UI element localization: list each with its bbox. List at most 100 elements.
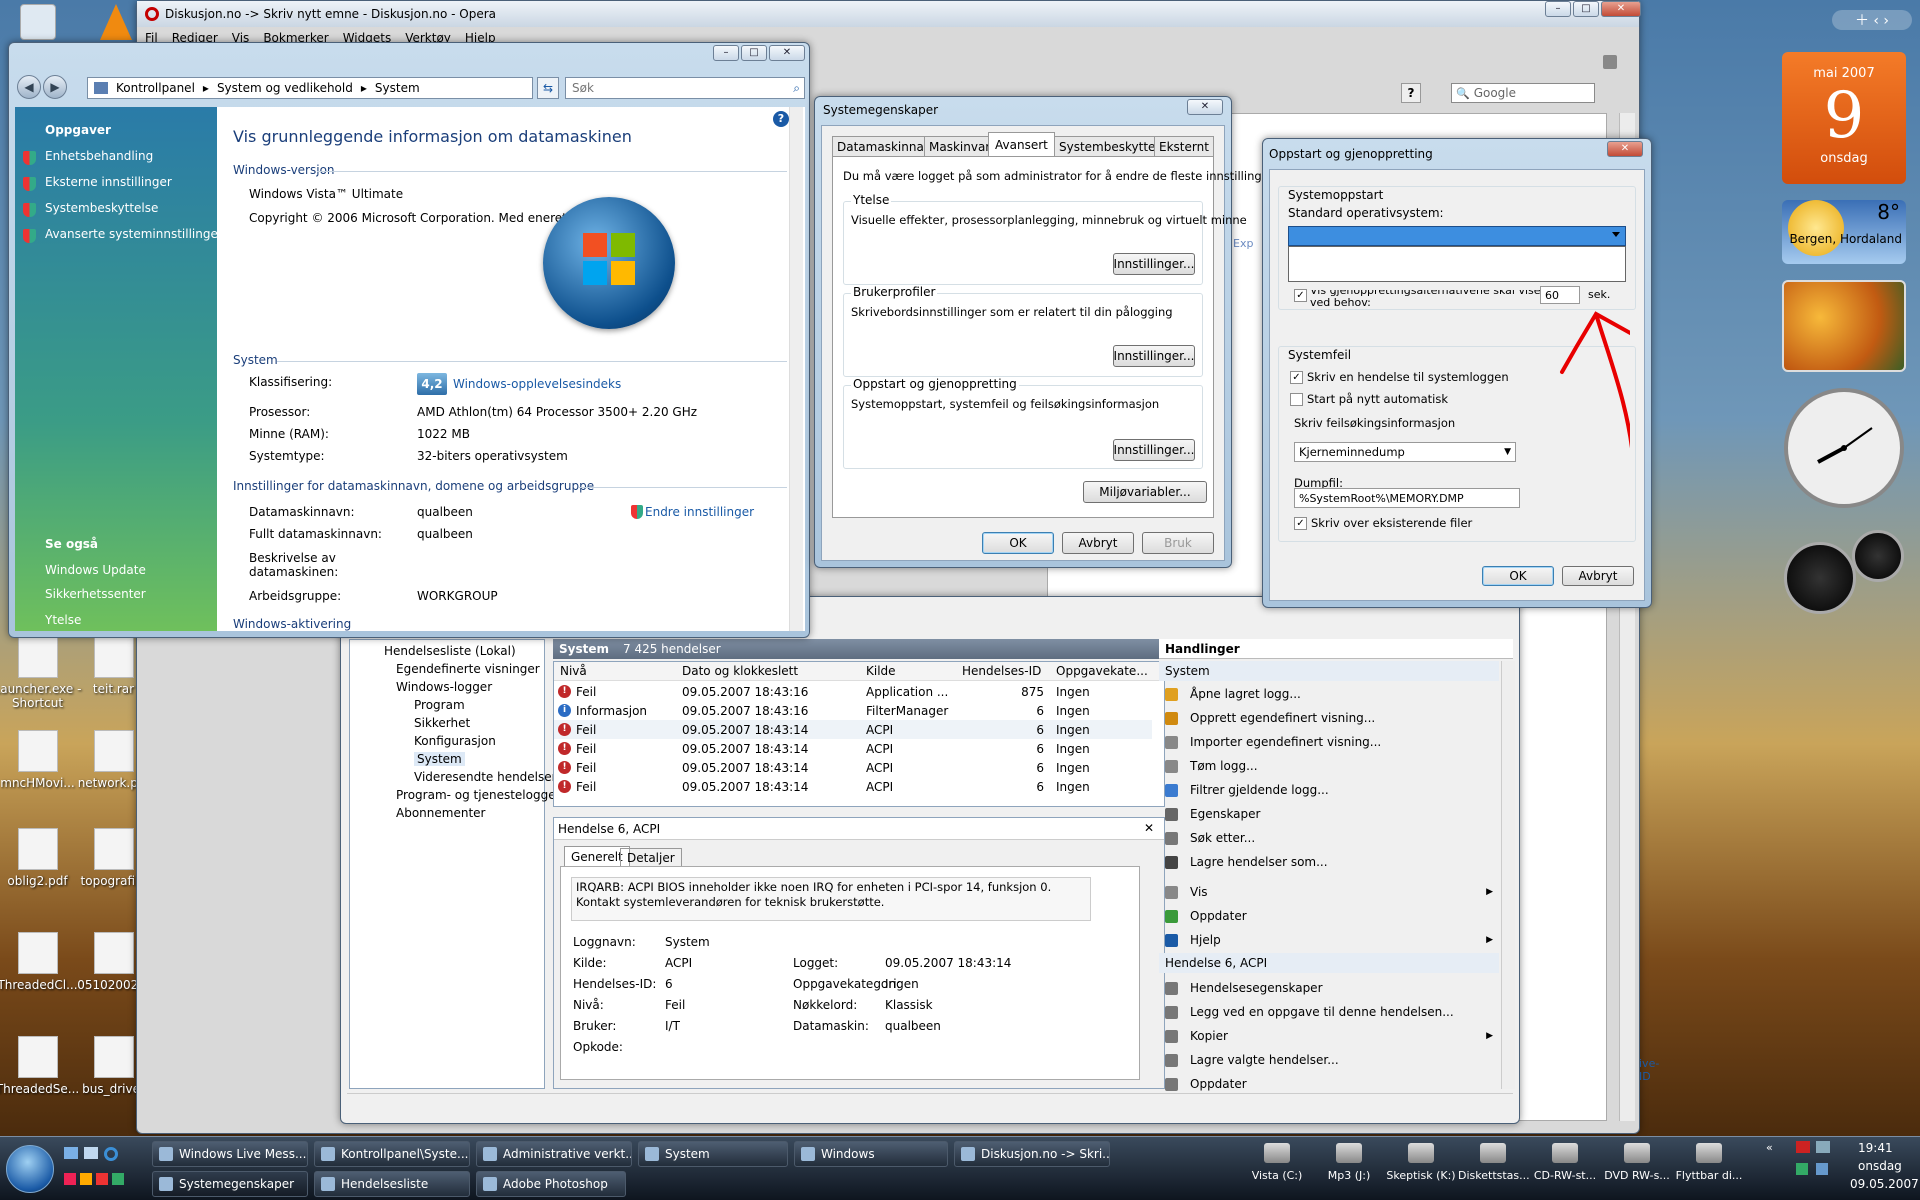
cancel-button[interactable]: Avbryt (1562, 566, 1634, 586)
tree-app-services[interactable]: Program- og tjenestelogger (396, 788, 561, 802)
action-item[interactable]: Lagre hendelser som... (1159, 851, 1499, 873)
write-event-option[interactable]: ✓ Skriv en hendelse til systemloggen (1290, 370, 1509, 384)
breadcrumb-item[interactable]: Kontrollpanel (116, 81, 195, 95)
auto-restart-option[interactable]: Start på nytt automatisk (1290, 392, 1448, 406)
maximize-button[interactable]: □ (741, 45, 767, 61)
checkbox-checked[interactable]: ✓ (1294, 289, 1307, 302)
recovery-checkbox[interactable]: ✓ (1294, 288, 1311, 302)
default-os-select[interactable] (1288, 226, 1626, 246)
drive-shortcut[interactable]: Flyttbar di... (1674, 1141, 1744, 1197)
page-link-live-id[interactable]: ive-ID (1639, 1057, 1659, 1083)
help-button[interactable]: ? (1401, 83, 1421, 103)
apply-button[interactable]: Bruk (1142, 532, 1214, 554)
tree-forwarded[interactable]: Videresendte hendelser (414, 770, 557, 784)
maximize-button[interactable]: □ (1573, 1, 1599, 17)
taskbar-button[interactable]: Windows (794, 1141, 948, 1167)
action-item[interactable]: Importer egendefinert visning... (1159, 731, 1499, 753)
action-item[interactable]: Søk etter... (1159, 827, 1499, 849)
tree-program[interactable]: Program (414, 698, 465, 712)
tree-system[interactable]: System (414, 752, 465, 766)
table-row[interactable]: ! Feil 09.05.2007 18:43:14 ACPI 6 Ingen (554, 739, 1152, 758)
col-event-id[interactable]: Hendelses-ID (962, 664, 1041, 678)
recycle-bin-icon[interactable] (20, 4, 56, 40)
taskbar-button[interactable]: Administrative verkt... (476, 1141, 632, 1167)
drive-shortcut[interactable]: Diskettstas... (1458, 1141, 1530, 1197)
app-icon[interactable] (112, 1173, 124, 1185)
drive-shortcut[interactable]: Skeptisk (K:) (1386, 1141, 1456, 1197)
opera-caption-buttons[interactable]: – □ ✕ (1545, 1, 1641, 17)
actions-event-header[interactable]: Hendelse 6, ACPI (1159, 953, 1499, 973)
cp-caption-buttons[interactable]: – □ ✕ (713, 45, 805, 61)
start-button[interactable] (6, 1145, 54, 1193)
default-os-dropdown-list[interactable] (1288, 246, 1626, 282)
actions-scrollbar[interactable] (1501, 661, 1515, 1089)
breadcrumb-item[interactable]: System (375, 81, 420, 95)
action-item[interactable]: Lagre valgte hendelser... (1159, 1049, 1499, 1071)
taskbar-button[interactable]: Systemegenskaper (152, 1171, 308, 1197)
event-viewer-window[interactable]: Hendelsesliste (Lokal) Egendefinerte vis… (340, 596, 1520, 1124)
taskbar-button[interactable]: Hendelsesliste (314, 1171, 470, 1197)
action-item[interactable]: Filtrer gjeldende logg... (1159, 779, 1499, 801)
refresh-button[interactable]: ⇆ (537, 77, 559, 99)
tree-root[interactable]: Hendelsesliste (Lokal) (384, 644, 516, 658)
tree-configuration[interactable]: Konfigurasjon (414, 734, 496, 748)
close-button[interactable]: ✕ (1601, 1, 1641, 17)
action-item[interactable]: Legg ved en oppgave til denne hendelsen.… (1159, 1001, 1499, 1023)
sysprops-caption[interactable]: ✕ (1187, 99, 1223, 115)
col-source[interactable]: Kilde (866, 664, 896, 678)
action-item[interactable]: Opprett egendefinert visning... (1159, 707, 1499, 729)
drive-shortcut[interactable]: Vista (C:) (1242, 1141, 1312, 1197)
action-item[interactable]: Vis ▶ (1159, 881, 1499, 903)
taskbar-button[interactable]: Windows Live Mess... (152, 1141, 308, 1167)
ok-button[interactable]: OK (982, 532, 1054, 554)
taskbar-button[interactable]: Kontrollpanel\Syste... (314, 1141, 470, 1167)
profiles-settings-button[interactable]: Innstillinger... (1113, 345, 1195, 367)
opera-titlebar[interactable]: Diskusjon.no -> Skriv nytt emne - Diskus… (137, 1, 1639, 27)
sidebar-item-remote[interactable]: Eksterne innstillinger (45, 175, 172, 189)
sidebar-icon[interactable] (1816, 1163, 1828, 1175)
close-button[interactable]: ✕ (1607, 141, 1643, 157)
app-icon[interactable] (80, 1173, 92, 1185)
table-row[interactable]: ! Feil 09.05.2007 18:43:14 ACPI 6 Ingen (554, 758, 1152, 777)
actions-system-header[interactable]: System (1159, 661, 1499, 681)
drive-shortcut[interactable]: DVD RW-s... (1602, 1141, 1672, 1197)
tree-windows-logs[interactable]: Windows-logger (396, 680, 492, 694)
action-item[interactable]: Oppdater (1159, 905, 1499, 927)
startup-caption[interactable]: ✕ (1607, 141, 1643, 157)
table-row[interactable]: ! Feil 09.05.2007 18:43:16 Application ... 8… (554, 682, 1152, 701)
startup-settings-button[interactable]: Innstillinger... (1113, 439, 1195, 461)
tab-advanced[interactable]: Avansert (988, 132, 1055, 156)
system-properties-dialog[interactable]: Systemegenskaper ✕ Datamaskinnavn Maskin… (814, 96, 1287, 568)
cancel-button[interactable]: Avbryt (1062, 532, 1134, 554)
event-list[interactable]: Nivå Dato og klokkeslett Kilde Hendelses… (553, 661, 1165, 807)
minimize-button[interactable]: – (1545, 1, 1571, 17)
debug-info-select[interactable]: Kjerneminnedump ▼ (1294, 442, 1516, 462)
sidebar-item-windows-update[interactable]: Windows Update (45, 563, 146, 577)
action-item[interactable]: Hjelp ▶ (1159, 929, 1499, 951)
taskbar-button[interactable]: Diskusjon.no -> Skri... (954, 1141, 1110, 1167)
minimize-button[interactable]: – (713, 45, 739, 61)
rating-badge[interactable]: 4,2 (417, 373, 447, 395)
table-row[interactable]: i Informasjon 09.05.2007 18:43:16 FilterMan… (554, 701, 1152, 720)
back-icon[interactable]: ◀ (17, 75, 41, 99)
checkbox-unchecked[interactable] (1290, 393, 1303, 406)
forward-icon[interactable]: ▶ (43, 75, 67, 99)
tab-remote[interactable]: Eksternt (1154, 136, 1214, 156)
antivirus-icon[interactable] (1796, 1163, 1808, 1175)
clock-time[interactable]: 19:41 (1858, 1141, 1893, 1155)
cp-scrollbar[interactable] (789, 107, 803, 631)
sidebar-item-protection[interactable]: Systembeskyttelse (45, 201, 158, 215)
tree-security[interactable]: Sikkerhet (414, 716, 470, 730)
page-link-exp[interactable]: Exp (1233, 237, 1253, 250)
tree-subscriptions[interactable]: Abonnementer (396, 806, 485, 820)
close-button[interactable]: ✕ (1187, 99, 1223, 115)
tree-custom-views[interactable]: Egendefinerte visninger (396, 662, 540, 676)
checkbox-checked[interactable]: ✓ (1294, 517, 1307, 530)
window-switch-icon[interactable] (84, 1147, 98, 1159)
sidebar-item-performance[interactable]: Ytelse (45, 613, 81, 627)
desktop-icon-ql[interactable] (64, 1147, 78, 1159)
cp-address-bar[interactable]: Kontrollpanel ▸ System og vedlikehold ▸ Sy… (87, 77, 533, 99)
drive-shortcut[interactable]: Mp3 (J:) (1314, 1141, 1384, 1197)
close-button[interactable]: ✕ (769, 45, 805, 61)
col-category[interactable]: Oppgavekate... (1056, 664, 1148, 678)
